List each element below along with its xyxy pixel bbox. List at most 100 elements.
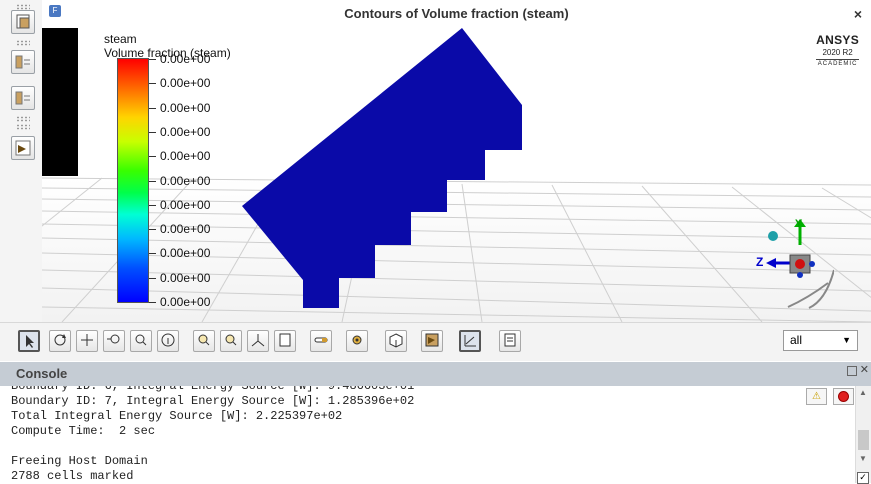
view-select[interactable]: all ▼: [783, 330, 858, 351]
toolbar-grip: [16, 40, 30, 46]
warning-button[interactable]: ⚠: [806, 388, 827, 405]
rotate-button[interactable]: [49, 330, 71, 352]
colorbar-tick: [149, 107, 156, 109]
toolbar-grip: [16, 124, 30, 130]
console-line: Compute Time: 2 sec: [11, 424, 156, 438]
gear-icon: [352, 335, 362, 345]
chevron-down-icon: ▼: [842, 335, 851, 345]
axes-icon: [251, 334, 265, 347]
rotate-arrow-icon: [787, 282, 829, 308]
console-scrollbar[interactable]: ▲ ▼: [855, 386, 871, 483]
colorbar-tick-label: 0.00e+00: [160, 76, 211, 91]
close-icon[interactable]: ✕: [860, 363, 869, 376]
zoom-in-out-icon: [107, 334, 120, 344]
legend-variable: steam: [104, 32, 137, 46]
windows-icon: [16, 14, 30, 29]
outline-view-button[interactable]: [11, 50, 35, 74]
colorbar: [117, 58, 149, 303]
pointer-button[interactable]: [18, 330, 40, 352]
console-line: Freeing Host Domain: [11, 454, 148, 468]
panel-icon: [15, 55, 30, 69]
isometric-button[interactable]: [247, 330, 269, 352]
zoom-in-button[interactable]: [193, 330, 215, 352]
colorbar-tick: [149, 229, 156, 231]
logo-brand: ANSYS: [816, 33, 859, 47]
colorbar-tick-label: 0.00e+00: [160, 295, 211, 309]
autoscroll-checkbox[interactable]: ✓: [857, 472, 869, 484]
console-title: Console: [16, 366, 68, 381]
graphics-toolbar: [0, 322, 871, 361]
colorbar-tick: [149, 180, 156, 182]
triad-y-label: Y: [795, 218, 803, 230]
colorbar-tick-label: 0.00e+00: [160, 197, 211, 212]
triad-sphere: [768, 231, 778, 241]
graphics-icon: [15, 140, 31, 156]
logo-edition: ACADEMIC: [816, 59, 859, 67]
colorbar-tick: [149, 277, 156, 279]
plot-button[interactable]: [459, 330, 481, 352]
probe-button[interactable]: [157, 330, 179, 352]
magnifier-icon: [135, 334, 147, 346]
ansys-logo: ANSYS 2020 R2 ACADEMIC: [816, 33, 859, 67]
colorbar-tick: [149, 83, 156, 85]
display-options-button[interactable]: [385, 330, 407, 352]
stop-icon: [838, 391, 849, 402]
fit-view-button[interactable]: [274, 330, 296, 352]
console-line: Boundary ID: 6, Integral Energy Source […: [11, 386, 415, 393]
colorbar-tick-label: 0.00e+00: [160, 270, 211, 285]
colorbar-tick: [149, 131, 156, 133]
left-toolbar: [0, 0, 43, 360]
colorbar-tick: [149, 253, 156, 255]
rotate-arrow-icon: [808, 269, 834, 309]
toolbar-grip: [16, 116, 30, 122]
zoom-box-button[interactable]: [103, 330, 125, 352]
console-output[interactable]: Boundary ID: 6, Integral Energy Source […: [0, 386, 855, 483]
colorbar-tick: [149, 302, 156, 303]
maximize-icon[interactable]: [847, 366, 857, 376]
panel-icon: [15, 91, 30, 105]
stop-button[interactable]: [833, 388, 854, 405]
cube-icon: [389, 333, 403, 348]
graphics-window-button[interactable]: [11, 136, 35, 160]
view-select-value: all: [790, 333, 803, 347]
window-layout-button[interactable]: [11, 10, 35, 34]
axis-triad: [766, 219, 834, 309]
colorbar-tick-label: 0.00e+00: [160, 149, 211, 164]
report-button[interactable]: [499, 330, 521, 352]
pan-button[interactable]: [76, 330, 98, 352]
scroll-up-icon[interactable]: ▲: [859, 388, 867, 397]
console-line: Boundary ID: 7, Integral Energy Source […: [11, 394, 415, 408]
colorbar-tick-label: 0.00e+00: [160, 52, 211, 66]
view-toggle-button[interactable]: [310, 330, 332, 352]
scene-icon: [425, 333, 439, 347]
contour-geometry: [242, 28, 522, 308]
colorbar-tick-label: 0.00e+00: [160, 100, 211, 115]
slider-icon: [314, 337, 328, 343]
scene-button[interactable]: [421, 330, 443, 352]
console-line: 2788 cells marked: [11, 469, 134, 483]
pointer-icon: [26, 335, 34, 348]
colorbar-tick: [149, 204, 156, 206]
info-icon: [161, 333, 175, 347]
colorbar-tick: [149, 59, 156, 60]
graphics-title-bar: F Contours of Volume fraction (steam) ×: [42, 0, 871, 28]
triad-z-label: Z: [756, 255, 764, 269]
task-page-button[interactable]: [11, 86, 35, 110]
page-icon: [279, 333, 291, 347]
zoom-button[interactable]: [130, 330, 152, 352]
settings-button[interactable]: [346, 330, 368, 352]
zoom-in-icon: [198, 334, 210, 346]
colorbar-tick-label: 0.00e+00: [160, 124, 211, 139]
pan-icon: [81, 334, 93, 346]
colorbar-tick-label: 0.00e+00: [160, 246, 211, 261]
console-line: Total Integral Energy Source [W]: 2.2253…: [11, 409, 343, 423]
logo-version: 2020 R2: [822, 48, 853, 57]
zoom-out-button[interactable]: [220, 330, 242, 352]
console-header: Console ✕: [0, 362, 871, 386]
scroll-thumb[interactable]: [858, 430, 869, 450]
chart-axes-icon: [464, 335, 476, 347]
window-title: Contours of Volume fraction (steam): [344, 6, 569, 21]
colorbar-tick: [149, 156, 156, 158]
close-icon[interactable]: ×: [854, 6, 862, 22]
scroll-down-icon[interactable]: ▼: [859, 454, 867, 463]
